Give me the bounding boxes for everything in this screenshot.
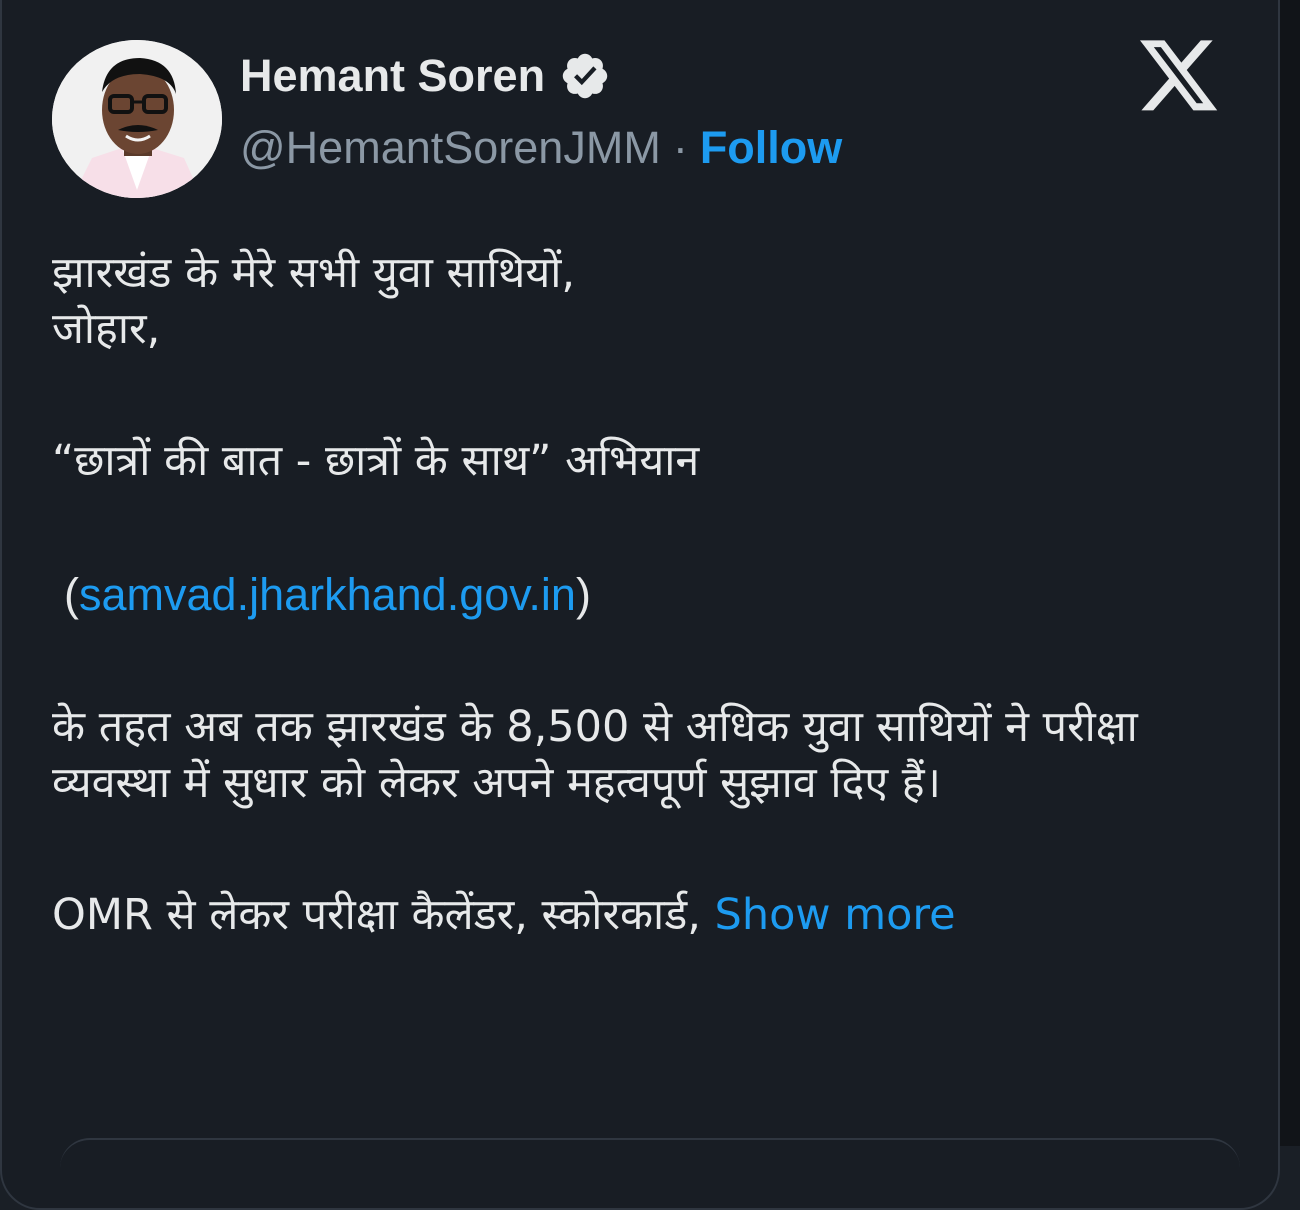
author-handle[interactable]: @HemantSorenJMM (240, 122, 661, 173)
url-open-paren: ( (64, 568, 79, 620)
tweet-line-johar: जोहार, (52, 303, 161, 354)
tweet-link[interactable]: samvad.jharkhand.gov.in (79, 569, 576, 620)
show-more-link[interactable]: Show more (715, 890, 956, 940)
tweet-line-greeting: झारखंड के मेरे सभी युवा साथियों, (52, 248, 576, 298)
tweet-header: Hemant Soren @HemantSorenJMM · Follow (52, 40, 1252, 200)
tweet-last-line: OMR से लेकर परीक्षा कैलेंडर, स्कोरकार्ड,… (52, 888, 1252, 944)
tweet-paragraph: के तहत अब तक झारखंड के 8,500 से अधिक युव… (52, 702, 1138, 809)
handle-separator: · (672, 122, 688, 173)
tweet-text: झारखंड के मेरे सभी युवा साथियों, जोहार, … (52, 246, 1252, 944)
author-handle-row: @HemantSorenJMM · Follow (240, 122, 842, 174)
verified-badge-icon (562, 53, 608, 99)
author-name-row: Hemant Soren (240, 50, 611, 102)
avatar[interactable] (52, 40, 222, 198)
screen-edge (1280, 0, 1300, 1146)
tweet-last-text: OMR से लेकर परीक्षा कैलेंडर, स्कोरकार्ड, (52, 889, 715, 940)
tweet-line-campaign: “छात्रों की बात - छात्रों के साथ” अभियान (52, 435, 700, 486)
url-close-paren: ) (575, 568, 591, 620)
tweet-url-line: (samvad.jharkhand.gov.in) (52, 566, 1252, 625)
author-name[interactable]: Hemant Soren (240, 50, 545, 102)
next-card-edge (60, 1138, 1240, 1170)
x-logo-icon[interactable] (1140, 40, 1220, 114)
follow-button[interactable]: Follow (700, 122, 842, 173)
avatar-photo (52, 40, 222, 198)
